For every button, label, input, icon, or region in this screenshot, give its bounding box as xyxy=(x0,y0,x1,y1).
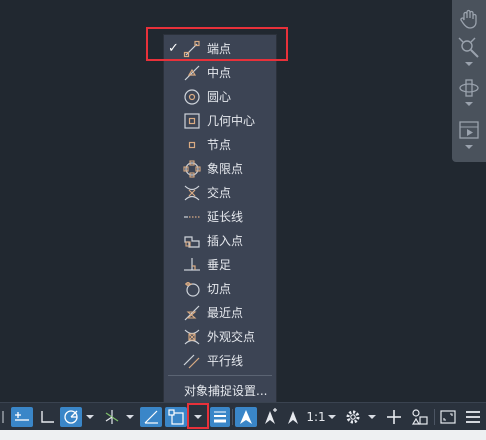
snap-item-insertion[interactable]: 插入点 xyxy=(164,229,276,253)
snap-item-nearest[interactable]: 最近点 xyxy=(164,301,276,325)
snap-item-label: 节点 xyxy=(207,138,232,152)
snap-item-perpendicular[interactable]: 垂足 xyxy=(164,253,276,277)
orbit-dropdown-caret[interactable] xyxy=(454,102,484,106)
snap-item-label: 交点 xyxy=(207,186,232,200)
isodraft-button[interactable] xyxy=(101,407,123,427)
showmotion-dropdown-caret[interactable] xyxy=(454,145,484,149)
statusbar-divider xyxy=(232,409,233,425)
endpoint-highlight-box xyxy=(146,27,288,61)
snap-mode-icon xyxy=(15,412,29,421)
snap-item-quadrant[interactable]: 象限点 xyxy=(164,157,276,181)
statusbar-edge xyxy=(0,407,6,427)
chevron-down-icon xyxy=(126,415,134,419)
snap-dropdown-highlight-box xyxy=(187,403,209,429)
snap-item-apparent-intersection[interactable]: 外观交点 xyxy=(164,325,276,349)
zoom-icon[interactable] xyxy=(454,36,484,60)
object-snap-menu: ✓ 端点 中点 圆心 几何中心 节点 象限点 交点 延长线 插入点 垂足 切点 … xyxy=(163,34,277,404)
annotation-icon xyxy=(288,411,298,424)
polar-tracking-dropdown[interactable] xyxy=(84,407,96,427)
hamburger-menu-icon xyxy=(466,411,480,423)
apparent-intersection-icon xyxy=(184,329,200,345)
nearest-icon xyxy=(184,305,200,321)
window-bottom-edge xyxy=(0,430,486,440)
workspace-dropdown[interactable] xyxy=(366,407,378,427)
annotation-scale-icon xyxy=(240,410,252,424)
status-bar: 1:1 xyxy=(0,402,486,431)
object-snap-tracking-icon xyxy=(144,410,158,424)
ortho-icon xyxy=(41,411,54,423)
snap-item-node[interactable]: 节点 xyxy=(164,133,276,157)
snap-item-label: 象限点 xyxy=(207,162,244,176)
object-snap-icon xyxy=(168,409,184,425)
clean-screen-button[interactable] xyxy=(437,407,459,427)
navigation-bar xyxy=(452,0,486,162)
scale-label: 1:1 xyxy=(306,410,326,424)
scale-dropdown[interactable] xyxy=(327,407,337,427)
plus-icon xyxy=(387,410,401,424)
snap-item-label: 圆心 xyxy=(207,90,232,104)
snap-item-label: 插入点 xyxy=(207,234,244,248)
customization-menu-button[interactable] xyxy=(462,407,484,427)
snap-item-geometric-center[interactable]: 几何中心 xyxy=(164,109,276,133)
orbit-icon[interactable] xyxy=(454,76,484,100)
insertion-icon xyxy=(184,236,200,248)
snap-item-label: 几何中心 xyxy=(207,114,256,128)
settings-label: 对象捕捉设置... xyxy=(184,384,268,398)
scale-readout[interactable]: 1:1 xyxy=(306,407,326,427)
workspace-button[interactable] xyxy=(342,407,364,427)
snap-item-label: 切点 xyxy=(207,282,232,296)
quadrant-icon xyxy=(183,160,201,178)
object-snap-settings-item[interactable]: 对象捕捉设置... xyxy=(164,379,276,401)
lineweight-icon xyxy=(214,411,226,423)
zoom-dropdown-caret[interactable] xyxy=(454,62,484,66)
snap-item-label: 延长线 xyxy=(207,210,244,224)
isodraft-dropdown[interactable] xyxy=(124,407,136,427)
annotation-monitor-button[interactable] xyxy=(383,407,405,427)
lineweight-button[interactable] xyxy=(210,407,230,427)
chevron-down-icon xyxy=(86,415,94,419)
annotation-scale-button[interactable] xyxy=(283,407,303,427)
snap-item-label: 最近点 xyxy=(207,306,244,320)
isodraft-icon xyxy=(105,410,119,424)
menu-divider xyxy=(168,375,272,376)
snap-mode-button[interactable] xyxy=(11,407,33,427)
snap-item-label: 中点 xyxy=(207,66,232,80)
auto-scale-button[interactable] xyxy=(260,407,280,427)
snap-item-midpoint[interactable]: 中点 xyxy=(164,61,276,85)
snap-item-parallel[interactable]: 平行线 xyxy=(164,349,276,373)
polar-tracking-button[interactable] xyxy=(60,407,82,427)
snap-item-label: 平行线 xyxy=(207,354,244,368)
auto-scale-icon xyxy=(265,408,277,424)
showmotion-icon[interactable] xyxy=(454,118,484,142)
object-snap-button[interactable] xyxy=(165,407,187,427)
snap-item-tangent[interactable]: 切点 xyxy=(164,277,276,301)
snap-item-intersection[interactable]: 交点 xyxy=(164,181,276,205)
chevron-down-icon xyxy=(328,415,336,419)
pan-hand-icon[interactable] xyxy=(454,8,484,30)
node-icon xyxy=(188,141,196,149)
perpendicular-icon xyxy=(184,258,200,271)
fullscreen-icon xyxy=(440,410,456,424)
isolate-objects-icon xyxy=(411,409,428,425)
snap-item-center[interactable]: 圆心 xyxy=(164,85,276,109)
chevron-down-icon xyxy=(368,415,376,419)
gear-icon xyxy=(346,410,360,424)
center-icon xyxy=(184,89,200,105)
snap-item-extension[interactable]: 延长线 xyxy=(164,205,276,229)
snap-item-label: 垂足 xyxy=(207,258,232,272)
isolate-objects-button[interactable] xyxy=(409,407,431,427)
polar-tracking-icon xyxy=(64,410,78,424)
parallel-icon xyxy=(183,354,200,369)
ortho-mode-button[interactable] xyxy=(37,407,57,427)
geometric-center-icon xyxy=(184,113,200,129)
midpoint-icon xyxy=(184,65,200,81)
annotation-visibility-button[interactable] xyxy=(235,407,257,427)
snap-item-label: 外观交点 xyxy=(207,330,256,344)
object-snap-tracking-button[interactable] xyxy=(140,407,162,427)
statusbar-divider xyxy=(434,409,435,425)
tangent-icon xyxy=(185,281,200,297)
extension-icon xyxy=(184,216,200,218)
intersection-icon xyxy=(184,185,200,201)
